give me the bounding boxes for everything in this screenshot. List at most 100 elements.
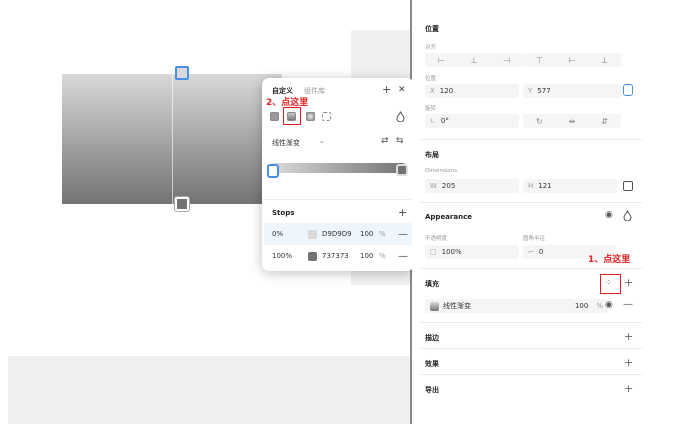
rotation-field[interactable]: ∟ 0°	[425, 114, 519, 128]
x-value[interactable]: 120	[440, 87, 453, 95]
rotation-value[interactable]: 0°	[441, 117, 449, 125]
align-left-icon[interactable]: ⊢	[438, 56, 445, 65]
gradient-bar[interactable]	[271, 163, 405, 173]
resize-icon[interactable]	[623, 181, 633, 191]
canvas-backdrop-bottom	[8, 356, 411, 424]
divider	[420, 202, 642, 203]
add-export-button[interactable]: +	[624, 382, 633, 395]
divider	[420, 268, 642, 269]
gradient-start-handle[interactable]	[175, 66, 189, 80]
y-prefix: Y	[528, 87, 533, 95]
position-title: 位置	[425, 25, 439, 33]
fill-row[interactable]: 线性渐变 100 %	[425, 299, 608, 313]
stop-opacity-unit: %	[379, 230, 386, 238]
gradient-stop-handle-start[interactable]	[267, 164, 279, 178]
height-field[interactable]: H 121	[523, 179, 617, 193]
stop-color-swatch[interactable]	[308, 251, 317, 261]
gradient-direction-line	[172, 74, 173, 204]
appearance-title: Appearance	[425, 213, 472, 221]
position-label: 位置	[425, 76, 437, 82]
rotation-icon: ∟	[430, 117, 436, 125]
width-value[interactable]: 205	[442, 182, 455, 190]
h-prefix: H	[528, 182, 534, 190]
layout-title: 布局	[425, 151, 439, 159]
align-label: 对齐	[425, 45, 437, 51]
divider	[262, 199, 414, 200]
remove-stop-button[interactable]: —	[398, 229, 408, 240]
stop-row[interactable]: 100% 737373 100 % —	[264, 245, 412, 267]
fill-opacity-unit: %	[596, 302, 603, 310]
divider	[420, 348, 642, 349]
w-prefix: W	[430, 182, 437, 190]
flip-horizontal-icon[interactable]: ⇹	[569, 117, 576, 126]
constraint-lock-icon[interactable]	[623, 84, 633, 96]
radius-icon: ⌐	[528, 248, 534, 256]
transform-group: ↻ ⇹ ⇵	[523, 114, 621, 128]
dimensions-label: Dimensions	[425, 168, 458, 174]
x-field[interactable]: X 120	[425, 84, 519, 98]
droplet-icon[interactable]	[623, 210, 632, 221]
y-value[interactable]: 577	[537, 87, 550, 95]
align-bottom-icon[interactable]: ⊥	[601, 56, 608, 65]
width-field[interactable]: W 205	[425, 179, 519, 193]
annotation-step1: 1、点这里	[588, 255, 631, 265]
chevron-down-icon[interactable]: ⌄	[319, 137, 325, 145]
gradient-stop-handle-end[interactable]	[396, 164, 408, 176]
close-button[interactable]: ✕	[398, 85, 406, 95]
gradient-type-select[interactable]: 线性渐变	[272, 138, 300, 148]
effects-title: 效果	[425, 360, 439, 368]
add-effect-button[interactable]: +	[624, 356, 633, 369]
remove-fill-button[interactable]: —	[623, 299, 633, 310]
gradient-end-handle[interactable]	[175, 197, 189, 211]
eye-icon[interactable]: ◉	[605, 210, 613, 220]
stop-hex[interactable]: 737373	[322, 252, 349, 260]
divider	[420, 374, 642, 375]
divider	[420, 139, 642, 140]
export-title: 导出	[425, 386, 439, 394]
solid-fill-icon[interactable]	[270, 112, 279, 121]
rotate-icon[interactable]: ↻	[536, 117, 543, 126]
opacity-label: 不透明度	[425, 236, 448, 242]
opacity-icon: ▢	[430, 248, 437, 256]
image-fill-icon[interactable]	[322, 112, 331, 121]
fill-swatch[interactable]	[430, 301, 439, 311]
add-stroke-button[interactable]: +	[624, 330, 633, 343]
stop-hex[interactable]: D9D9D9	[322, 230, 352, 238]
fill-picker-popup: 自定义 组件库 + ✕ 2、点这里 线性渐变 ⌄ ⇄ ⇆ Stops + 0% …	[262, 78, 414, 271]
fill-styles-icon[interactable]: ⁘	[605, 278, 612, 287]
x-prefix: X	[430, 87, 435, 95]
radius-value[interactable]: 0	[539, 248, 543, 256]
stop-opacity[interactable]: 100	[360, 252, 373, 260]
droplet-icon[interactable]	[396, 111, 405, 122]
rotate-label: 旋转	[425, 106, 437, 112]
height-value[interactable]: 121	[538, 182, 551, 190]
align-center-h-icon[interactable]: ⊥	[471, 56, 478, 65]
stop-opacity[interactable]: 100	[360, 230, 373, 238]
swap-stops-icon[interactable]: ⇄	[381, 136, 389, 146]
add-stop-button[interactable]: +	[398, 206, 407, 219]
radial-gradient-icon[interactable]	[306, 112, 315, 121]
stop-position[interactable]: 0%	[272, 230, 283, 238]
divider	[420, 322, 642, 323]
add-button[interactable]: +	[382, 83, 391, 96]
remove-stop-button[interactable]: —	[398, 251, 408, 262]
eye-icon[interactable]: ◉	[605, 300, 613, 310]
stop-position[interactable]: 100%	[272, 252, 292, 260]
linear-gradient-icon[interactable]	[287, 112, 296, 121]
stop-color-swatch[interactable]	[308, 229, 317, 239]
fill-type[interactable]: 线性渐变	[443, 301, 471, 311]
add-fill-button[interactable]: +	[624, 276, 633, 289]
properties-panel: 位置 对齐 ⊢ ⊥ ⊣ ⊤ ⊢ ⊥ 位置 X 120 Y 577 旋转 ∟ 0°…	[412, 0, 680, 424]
align-right-icon[interactable]: ⊣	[503, 56, 510, 65]
stop-opacity-unit: %	[379, 252, 386, 260]
swap-direction-icon[interactable]: ⇆	[396, 136, 404, 146]
align-top-icon[interactable]: ⊤	[536, 56, 543, 65]
radius-label: 圆角半径	[523, 236, 546, 242]
opacity-field[interactable]: ▢ 100%	[425, 245, 519, 259]
stop-row[interactable]: 0% D9D9D9 100 % —	[264, 223, 412, 245]
y-field[interactable]: Y 577	[523, 84, 621, 98]
flip-vertical-icon[interactable]: ⇵	[601, 117, 608, 126]
fill-opacity[interactable]: 100	[575, 302, 588, 310]
align-middle-icon[interactable]: ⊢	[569, 56, 576, 65]
opacity-value[interactable]: 100%	[442, 248, 462, 256]
